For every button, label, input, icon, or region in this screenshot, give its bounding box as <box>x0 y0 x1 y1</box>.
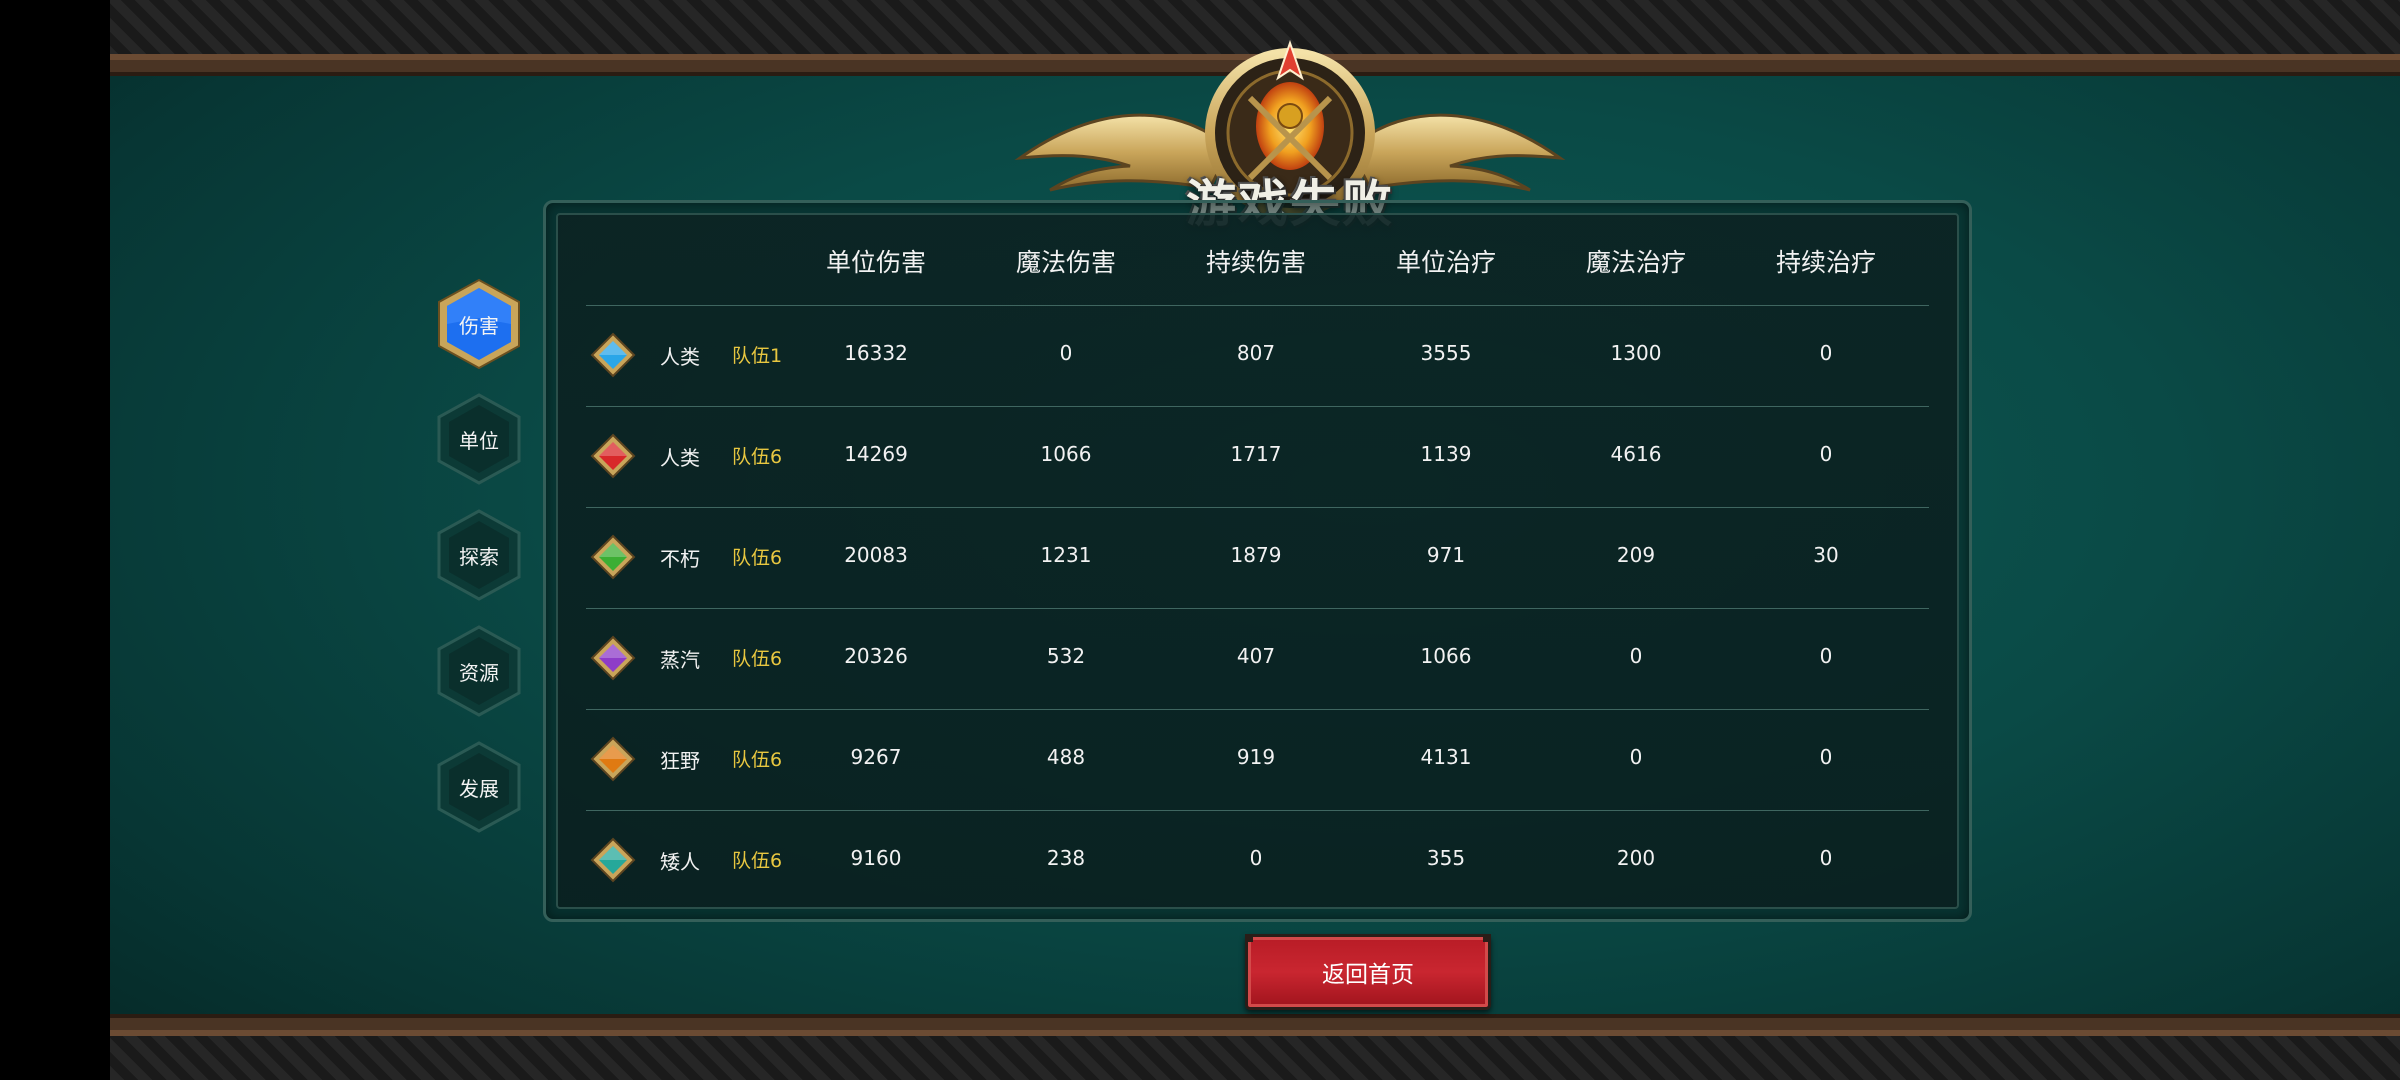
stats-table: 单位伤害 魔法伤害 持续伤害 单位治疗 魔法治疗 持续治疗 人类 队伍1 16332… <box>556 213 1959 909</box>
col-header-dot-damage: 持续伤害 <box>1205 248 1306 277</box>
table-row: 人类 队伍1 16332 0 807 3555 1300 0 <box>586 305 1929 407</box>
stat-value: 4616 <box>1610 442 1662 466</box>
stat-value: 20326 <box>844 644 908 668</box>
stat-value: 0 <box>1819 644 1833 668</box>
table-header: 单位伤害 魔法伤害 持续伤害 单位治疗 魔法治疗 持续治疗 <box>586 215 1929 306</box>
stat-value: 1066 <box>1420 644 1472 668</box>
race-name: 矮人 <box>660 850 700 874</box>
stat-value: 0 <box>1629 745 1643 769</box>
tab-resources-label: 资源 <box>459 660 499 685</box>
faction-gem-icon <box>590 332 636 378</box>
stat-value: 0 <box>1819 745 1833 769</box>
stat-value: 407 <box>1236 644 1276 668</box>
race-name: 蒸汽 <box>660 648 700 672</box>
stat-value: 4131 <box>1420 745 1472 769</box>
team-label: 队伍6 <box>732 648 783 670</box>
table-row: 人类 队伍6 14269 1066 1717 1139 4616 0 <box>586 406 1929 508</box>
stat-value: 200 <box>1616 846 1656 870</box>
team-label: 队伍6 <box>732 446 783 468</box>
col-header-magic-damage: 魔法伤害 <box>1015 248 1116 277</box>
stat-value: 1717 <box>1230 442 1282 466</box>
stat-value: 0 <box>1249 846 1263 870</box>
stat-value: 355 <box>1426 846 1466 870</box>
stat-value: 807 <box>1236 341 1276 365</box>
table-row: 矮人 队伍6 9160 238 0 355 200 0 <box>586 810 1929 911</box>
col-header-magic-heal: 魔法治疗 <box>1585 248 1686 277</box>
tab-units[interactable]: 单位 <box>435 393 523 485</box>
faction-gem-icon <box>590 534 636 580</box>
stat-value: 9160 <box>850 846 902 870</box>
stat-value: 488 <box>1046 745 1086 769</box>
stat-value: 1231 <box>1040 543 1092 567</box>
tab-damage-label: 伤害 <box>459 313 499 338</box>
stat-value: 16332 <box>844 341 908 365</box>
stat-value: 971 <box>1426 543 1466 567</box>
stat-value: 0 <box>1629 644 1643 668</box>
race-name: 不朽 <box>660 547 700 571</box>
stat-value: 532 <box>1046 644 1086 668</box>
tab-damage[interactable]: 伤害 <box>435 278 523 370</box>
race-name: 人类 <box>660 345 700 369</box>
stat-value: 1139 <box>1420 442 1472 466</box>
tab-development[interactable]: 发展 <box>435 741 523 833</box>
stat-value: 1066 <box>1040 442 1092 466</box>
stat-value: 0 <box>1819 341 1833 365</box>
tab-explore-label: 探索 <box>459 544 499 569</box>
faction-gem-icon <box>590 635 636 681</box>
col-header-unit-heal: 单位治疗 <box>1395 248 1496 277</box>
stat-value: 209 <box>1616 543 1656 567</box>
race-name: 狂野 <box>660 749 700 773</box>
table-row: 蒸汽 队伍6 20326 532 407 1066 0 0 <box>586 608 1929 710</box>
stat-value: 0 <box>1819 846 1833 870</box>
bottom-frame-border <box>110 1018 2400 1080</box>
stat-value: 1300 <box>1610 341 1662 365</box>
faction-gem-icon <box>590 837 636 883</box>
faction-gem-icon <box>590 736 636 782</box>
faction-gem-icon <box>590 433 636 479</box>
damage-stats-panel: 单位伤害 魔法伤害 持续伤害 单位治疗 魔法治疗 持续治疗 人类 队伍1 16332… <box>543 200 1972 922</box>
return-home-button[interactable]: 返回首页 <box>1245 934 1491 1010</box>
col-header-unit-damage: 单位伤害 <box>825 248 926 277</box>
stat-value: 0 <box>1059 341 1073 365</box>
stat-value: 20083 <box>844 543 908 567</box>
team-label: 队伍6 <box>732 547 783 569</box>
table-row: 不朽 队伍6 20083 1231 1879 971 209 30 <box>586 507 1929 609</box>
tab-resources[interactable]: 资源 <box>435 625 523 717</box>
tab-development-label: 发展 <box>459 776 499 801</box>
team-label: 队伍6 <box>732 850 783 872</box>
team-label: 队伍6 <box>732 749 783 771</box>
col-header-hot-heal: 持续治疗 <box>1775 248 1876 277</box>
stat-value: 9267 <box>850 745 902 769</box>
team-label: 队伍1 <box>732 345 783 367</box>
race-name: 人类 <box>660 446 700 470</box>
stat-value: 30 <box>1813 543 1839 567</box>
tab-explore[interactable]: 探索 <box>435 509 523 601</box>
stat-value: 1879 <box>1230 543 1282 567</box>
stat-value: 238 <box>1046 846 1086 870</box>
tab-units-label: 单位 <box>459 428 499 453</box>
stat-value: 919 <box>1236 745 1276 769</box>
stat-value: 0 <box>1819 442 1833 466</box>
game-screen: 游戏失败 伤害 单位 探索 <box>110 0 2400 1080</box>
stat-value: 3555 <box>1420 341 1472 365</box>
stat-value: 14269 <box>844 442 908 466</box>
table-row: 狂野 队伍6 9267 488 919 4131 0 0 <box>586 709 1929 811</box>
